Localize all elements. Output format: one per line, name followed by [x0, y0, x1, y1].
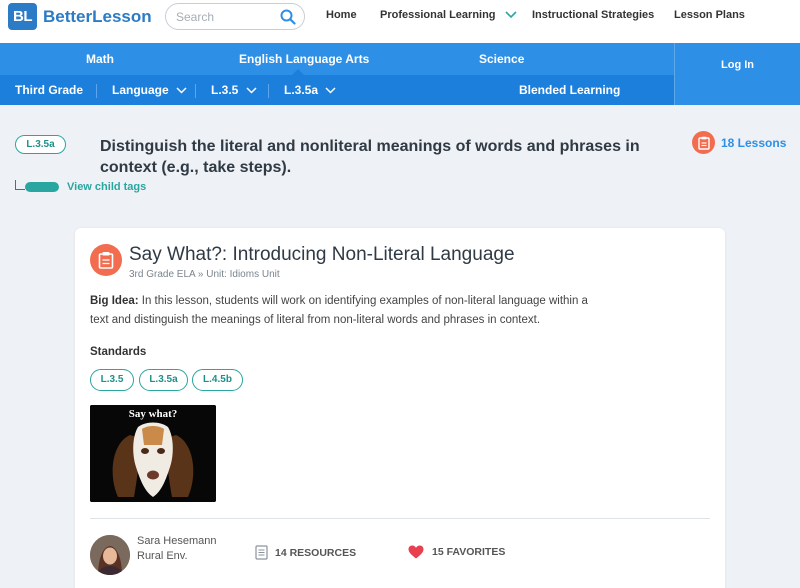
filter-divider [96, 84, 97, 98]
subject-science[interactable]: Science [479, 52, 524, 66]
tag-description: Distinguish the literal and nonliteral m… [100, 138, 640, 176]
big-idea: Big Idea: In this lesson, students will … [90, 292, 600, 330]
favorites-label: 15 FAVORITES [432, 546, 506, 558]
big-idea-label: Big Idea: [90, 295, 139, 307]
filter-domain-label: Language [112, 83, 169, 97]
subject-math[interactable]: Math [86, 52, 114, 66]
lesson-thumbnail[interactable]: Say what? [90, 405, 216, 502]
child-tags-label: View child tags [67, 181, 147, 193]
heart-icon [408, 545, 424, 559]
nav-lesson-plans[interactable]: Lesson Plans [674, 9, 745, 21]
author-location: Rural Env. [137, 550, 188, 562]
thumbnail-caption: Say what? [128, 408, 178, 420]
standard-pill-l35[interactable]: L.3.5 [90, 369, 134, 391]
betterlesson-logo[interactable]: BL BetterLesson [8, 3, 152, 30]
filter-divider [268, 84, 269, 98]
resources-label: 14 RESOURCES [275, 546, 357, 559]
chevron-down-icon [505, 11, 517, 19]
chevron-down-icon [246, 87, 257, 94]
filter-substandard-label: L.3.5a [284, 83, 319, 97]
lessons-count: 18 Lessons [721, 135, 787, 150]
search-icon[interactable] [280, 9, 296, 25]
search-input[interactable] [176, 9, 276, 25]
tree-connector [15, 180, 25, 190]
nav-professional-learning-label: Professional Learning [380, 9, 496, 21]
big-idea-text: In this lesson, students will work on id… [90, 295, 588, 326]
view-child-tags[interactable]: View child tags [15, 180, 147, 193]
login-button[interactable]: Log In [674, 43, 800, 105]
top-header: BL BetterLesson Home Professional Learni… [0, 0, 800, 43]
author-name[interactable]: Sara Hesemann [137, 534, 217, 549]
lesson-title[interactable]: Say What?: Introducing Non-Literal Langu… [129, 244, 515, 266]
child-tags-toggle[interactable] [25, 182, 59, 192]
logo-badge: BL [8, 3, 37, 30]
author-info: Sara Hesemann Rural Env. [137, 534, 217, 564]
filter-grade[interactable]: Third Grade [15, 83, 83, 97]
nav-home[interactable]: Home [326, 9, 357, 21]
filter-standard[interactable]: L.3.5 [211, 83, 257, 97]
filter-blended-learning[interactable]: Blended Learning [519, 83, 620, 97]
filter-standard-label: L.3.5 [211, 83, 239, 97]
standards-label: Standards [90, 346, 147, 358]
standard-pill-l45b[interactable]: L.4.5b [192, 369, 243, 391]
resources-count[interactable]: 14 RESOURCES [255, 545, 356, 560]
document-icon [255, 545, 268, 560]
favorites-count[interactable]: 15 FAVORITES [408, 545, 505, 559]
search-box [165, 3, 305, 30]
lesson-subtitle: 3rd Grade ELA » Unit: Idioms Unit [129, 269, 280, 280]
login-label: Log In [721, 59, 754, 71]
author-avatar[interactable] [90, 535, 130, 575]
nav-professional-learning[interactable]: Professional Learning [380, 9, 517, 21]
logo-text: BetterLesson [43, 6, 152, 26]
filter-divider [195, 84, 196, 98]
chevron-down-icon [176, 87, 187, 94]
standard-pill-l35a[interactable]: L.3.5a [139, 369, 188, 391]
lessons-count-link[interactable]: 18 Lessons [692, 131, 786, 154]
filter-bar: Third Grade Language L.3.5 L.3.5a Blende… [0, 75, 674, 105]
card-divider [90, 518, 710, 519]
chevron-down-icon [325, 87, 336, 94]
clipboard-icon [692, 131, 715, 154]
subject-english-language-arts[interactable]: English Language Arts [239, 52, 369, 66]
tag-code-pill[interactable]: L.3.5a [15, 135, 66, 154]
filter-domain[interactable]: Language [112, 83, 187, 97]
nav-instructional-strategies[interactable]: Instructional Strategies [532, 9, 654, 21]
filter-substandard[interactable]: L.3.5a [284, 83, 336, 97]
lesson-clipboard-icon [90, 244, 122, 276]
